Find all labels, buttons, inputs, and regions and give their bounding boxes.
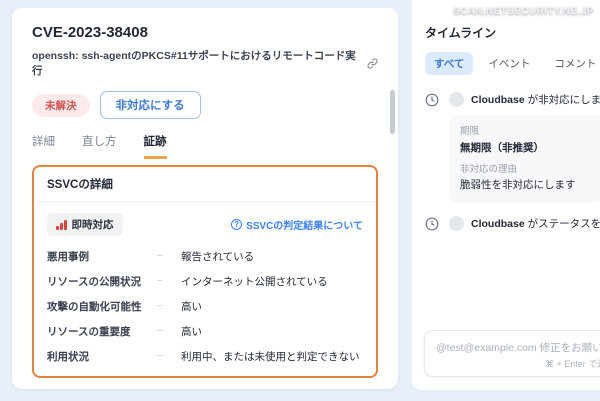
filter-all[interactable]: すべて bbox=[425, 52, 473, 75]
ssvc-result-link[interactable]: ? SSVCの判定結果について bbox=[231, 217, 363, 232]
ssvc-priority-badge: 即時対応 bbox=[47, 213, 123, 236]
tab-remediation[interactable]: 直し方 bbox=[82, 133, 117, 159]
help-icon: ? bbox=[231, 219, 242, 230]
clock-icon bbox=[425, 93, 439, 107]
link-icon[interactable] bbox=[367, 58, 378, 69]
event-action: がステータスをリセットしました bbox=[525, 218, 600, 230]
ssvc-row: 攻撃の自動化可能性 高い bbox=[47, 299, 363, 314]
vulnerability-subtitle: openssh: ssh-agentのPKCS#11サポートにおけるリモートコー… bbox=[32, 48, 362, 78]
dash-separator bbox=[157, 274, 181, 286]
submit-hint: ⌘ + Enter で送信 bbox=[545, 357, 600, 370]
set-not-applicable-button[interactable]: 非対応にする bbox=[100, 91, 201, 119]
reason-value: 脆弱性を非対応にします bbox=[460, 177, 593, 192]
filter-comments[interactable]: コメント bbox=[545, 52, 600, 75]
status-badge: 未解決 bbox=[32, 94, 90, 117]
ssvc-section: SSVCの詳細 即時対応 ? SSVCの判定結果について 悪用事例 bbox=[32, 165, 378, 378]
signal-bars-icon bbox=[56, 220, 67, 230]
avatar bbox=[449, 92, 464, 107]
timeline-event: Cloudbase が非対応にしました・1年前 期限 無期限（非推奨） 非対応の… bbox=[425, 92, 600, 202]
reason-label: 非対応の理由 bbox=[460, 161, 593, 175]
ssvc-priority-label: 即時対応 bbox=[72, 217, 114, 232]
timeline-panel: タイムライン すべて イベント コメント Cloudbase が非対応にしました… bbox=[412, 0, 600, 390]
comment-input-box: ⌘ + Enter で送信 bbox=[424, 330, 600, 377]
ssvc-row: リソースの重要度 高い bbox=[47, 324, 363, 339]
dash-separator bbox=[157, 299, 181, 311]
detail-tabs: 詳細 直し方 証跡 bbox=[32, 133, 378, 159]
page-title: CVE-2023-38408 bbox=[32, 24, 378, 41]
ssvc-result-link-label: SSVCの判定結果について bbox=[246, 217, 363, 232]
watermark: SCAN.NETSECURITY.NE.JP bbox=[453, 6, 594, 17]
filter-events[interactable]: イベント bbox=[479, 52, 539, 75]
event-action: が非対応にしました bbox=[525, 94, 600, 106]
scrollbar-thumb[interactable] bbox=[390, 90, 395, 134]
timeline-event: Cloudbase がステータスをリセットしました bbox=[425, 216, 600, 231]
event-actor: Cloudbase bbox=[471, 94, 525, 106]
event-detail-card: 期限 無期限（非推奨） 非対応の理由 脆弱性を非対応にします bbox=[449, 115, 600, 202]
comment-input[interactable] bbox=[425, 331, 600, 357]
tab-details[interactable]: 詳細 bbox=[32, 133, 55, 159]
ssvc-row: 悪用事例 報告されている bbox=[47, 249, 363, 264]
avatar bbox=[449, 216, 464, 231]
ssvc-row: リソースの公開状況 インターネット公開されている bbox=[47, 274, 363, 289]
dash-separator bbox=[157, 249, 181, 261]
timeline-filters: すべて イベント コメント bbox=[425, 52, 600, 75]
ssvc-section-title: SSVCの詳細 bbox=[34, 167, 376, 202]
ssvc-row: 利用状況 利用中、または未使用と判定できない bbox=[47, 349, 363, 364]
deadline-label: 期限 bbox=[460, 123, 593, 137]
vulnerability-detail-card: CVE-2023-38408 openssh: ssh-agentのPKCS#1… bbox=[12, 8, 398, 389]
deadline-value: 無期限（非推奨） bbox=[460, 140, 593, 155]
tab-evidence[interactable]: 証跡 bbox=[144, 133, 167, 159]
dash-separator bbox=[157, 349, 181, 361]
timeline-title: タイムライン bbox=[425, 24, 600, 41]
clock-icon bbox=[425, 217, 439, 231]
dash-separator bbox=[157, 324, 181, 336]
event-actor: Cloudbase bbox=[471, 218, 525, 230]
